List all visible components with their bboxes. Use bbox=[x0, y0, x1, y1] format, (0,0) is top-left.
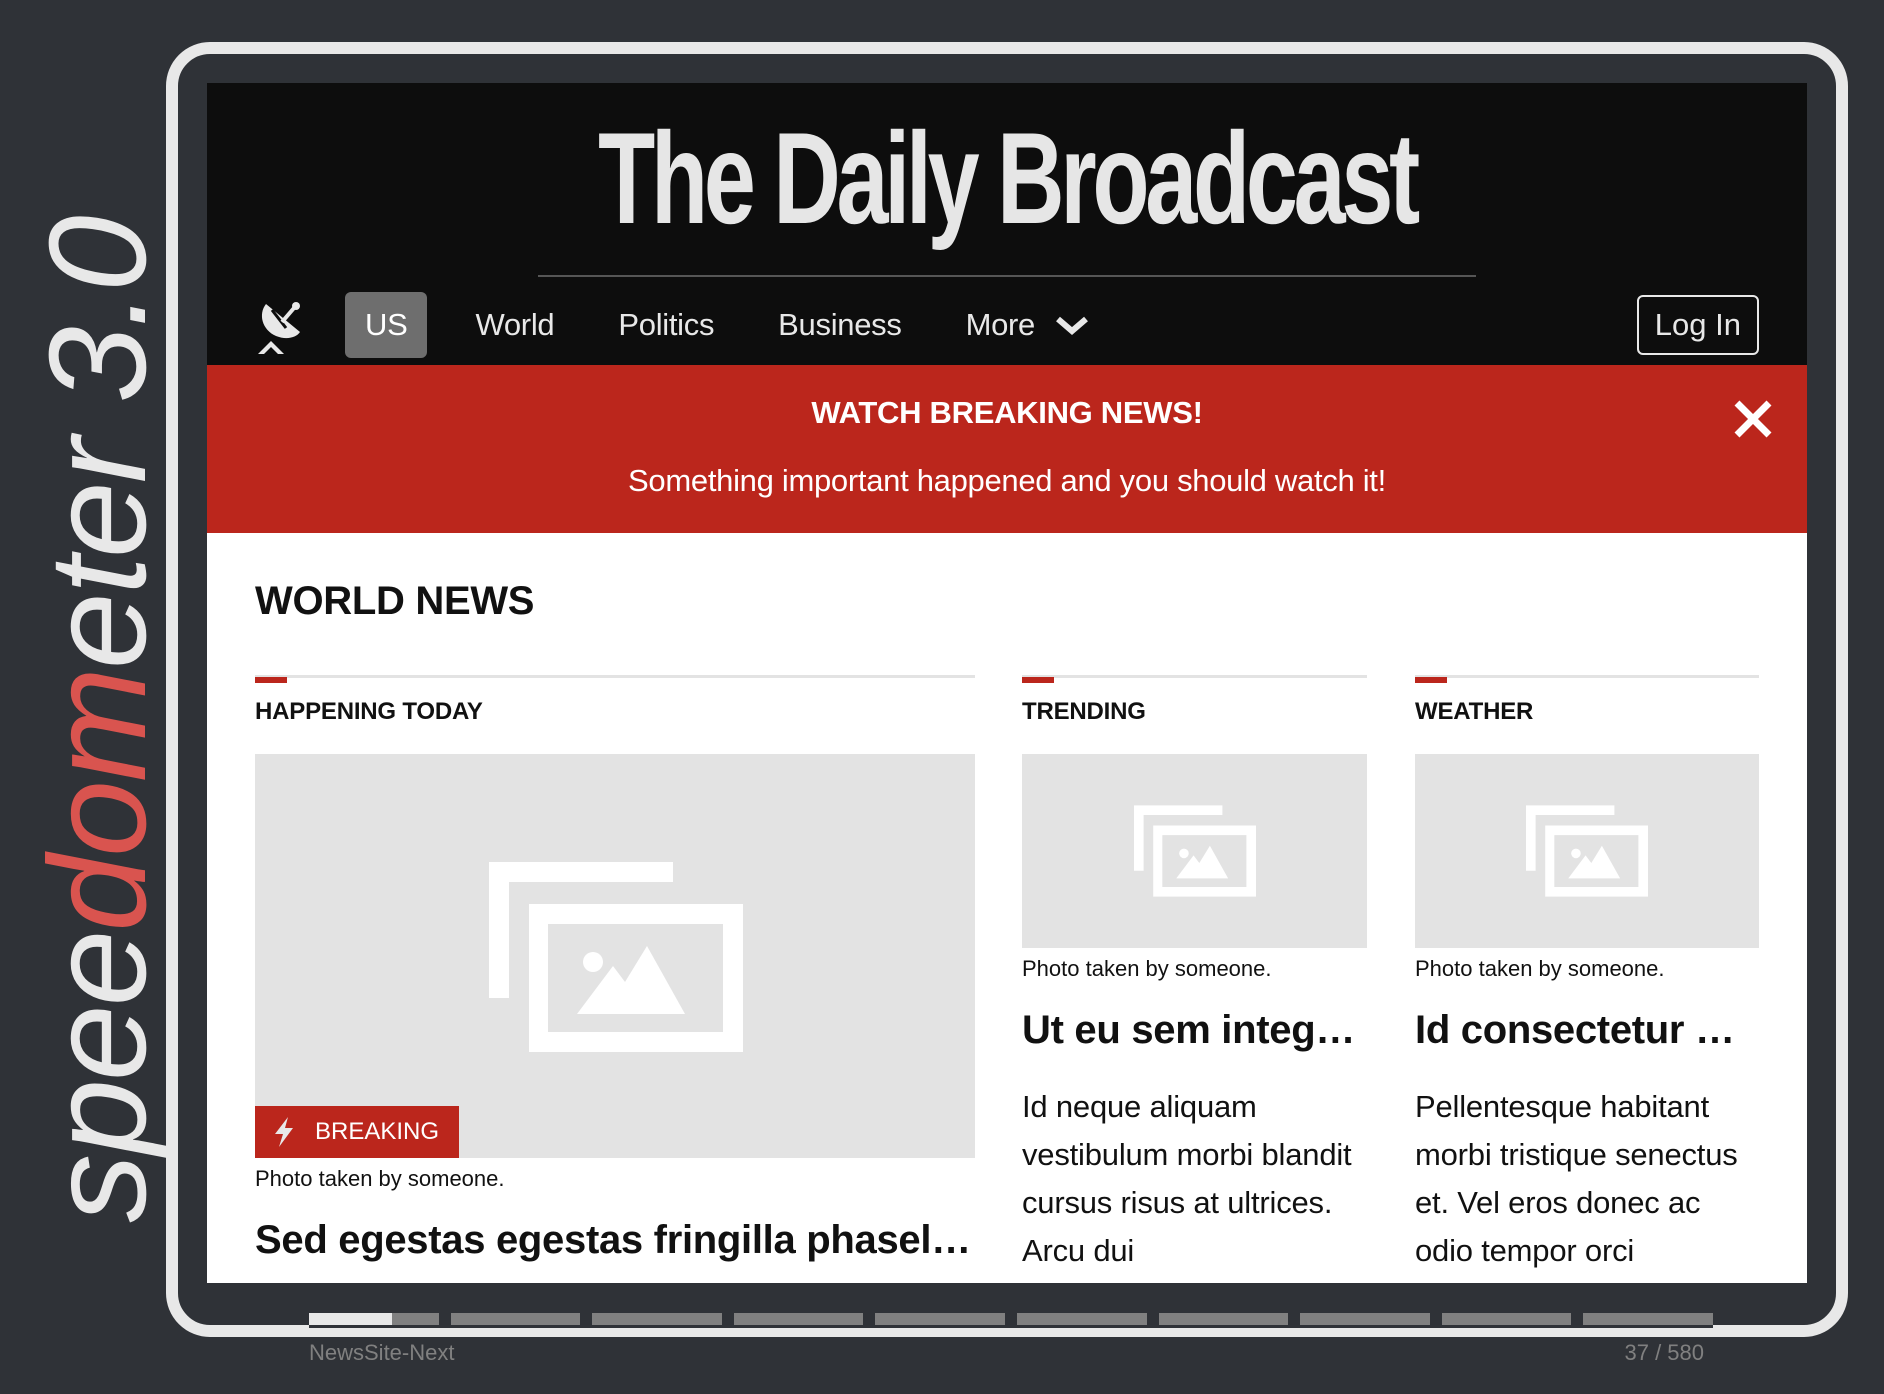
progress-segment bbox=[450, 1313, 581, 1325]
section-title: WORLD NEWS bbox=[255, 579, 535, 623]
column-weather: WEATHER Photo taken by someone. Id conse… bbox=[1415, 675, 1759, 1275]
breaking-tag: BREAKING bbox=[255, 1106, 460, 1158]
breaking-tag-label: BREAKING bbox=[315, 1118, 440, 1145]
progress-segment bbox=[1441, 1313, 1572, 1325]
article-excerpt: Id neque aliquam vestibulum morbi blandi… bbox=[1022, 1089, 1352, 1268]
nav-more-dropdown[interactable]: More bbox=[946, 292, 1109, 358]
image-placeholder-icon bbox=[1526, 805, 1648, 897]
breaking-news-banner[interactable]: WATCH BREAKING NEWS! Something important… bbox=[207, 365, 1807, 533]
nav-item-politics[interactable]: Politics bbox=[598, 292, 734, 358]
nav-item-business[interactable]: Business bbox=[758, 292, 921, 358]
chevron-down-icon bbox=[1055, 315, 1089, 335]
column-heading: TRENDING bbox=[1022, 698, 1146, 725]
speedometer-logo: speedometer 3.0 bbox=[0, 0, 190, 1394]
progress-segment bbox=[875, 1313, 1005, 1325]
column-accent bbox=[255, 677, 287, 683]
logo-text-part1: spee bbox=[21, 931, 175, 1223]
nav-item-world[interactable]: World bbox=[455, 292, 574, 358]
satellite-dish-icon[interactable] bbox=[255, 295, 307, 355]
progress-segment bbox=[1158, 1313, 1289, 1325]
article-image[interactable]: BREAKING bbox=[255, 754, 975, 1158]
title-divider bbox=[538, 275, 1476, 277]
masthead: The Daily Broadcast US World Politics Bu… bbox=[207, 83, 1807, 365]
column-trending: TRENDING Photo taken by someone. Ut eu s… bbox=[1022, 675, 1367, 1275]
progress-segment bbox=[1300, 1313, 1430, 1325]
nav-more-label: More bbox=[965, 307, 1036, 342]
close-icon[interactable] bbox=[1731, 397, 1775, 441]
step-counter: 37 / 580 bbox=[1624, 1340, 1704, 1365]
article-headline[interactable]: Sed egestas egestas fringilla phasellus … bbox=[255, 1218, 975, 1263]
article-headline[interactable]: Ut eu sem integer vitae justo bbox=[1022, 1008, 1367, 1053]
image-placeholder-icon bbox=[489, 862, 743, 1052]
login-button[interactable]: Log In bbox=[1636, 295, 1759, 355]
image-caption: Photo taken by someone. bbox=[1415, 956, 1665, 981]
column-heading: WEATHER bbox=[1415, 698, 1534, 725]
column-divider bbox=[1022, 675, 1367, 683]
lightning-icon bbox=[275, 1117, 293, 1147]
nav-item-us[interactable]: US bbox=[345, 292, 428, 358]
progress-segment bbox=[1017, 1313, 1147, 1325]
logo-text-accent: dom bbox=[21, 669, 175, 932]
image-caption: Photo taken by someone. bbox=[1022, 956, 1272, 981]
image-placeholder-icon bbox=[1134, 805, 1256, 897]
column-divider bbox=[1415, 675, 1759, 683]
column-accent bbox=[1415, 677, 1447, 683]
site-title[interactable]: The Daily Broadcast bbox=[431, 113, 1583, 243]
column-divider bbox=[255, 675, 975, 683]
progress-segment bbox=[309, 1313, 439, 1325]
banner-title: WATCH BREAKING NEWS! bbox=[811, 395, 1203, 430]
progress-fill bbox=[309, 1313, 392, 1325]
article-excerpt: Pellentesque habitant morbi tristique se… bbox=[1415, 1089, 1738, 1268]
image-caption: Photo taken by someone. bbox=[255, 1166, 505, 1191]
article-headline[interactable]: Id consectetur purus ut faucibus bbox=[1415, 1008, 1759, 1053]
column-heading: HAPPENING TODAY bbox=[255, 698, 483, 725]
progress-segment bbox=[1583, 1313, 1713, 1325]
logo-wordmark: speedometer 3.0 bbox=[21, 217, 175, 1223]
suite-name: NewsSite-Next bbox=[309, 1340, 455, 1365]
main-nav: US World Politics Business More Log In bbox=[255, 291, 1759, 359]
banner-text: Something important happened and you sho… bbox=[628, 463, 1386, 498]
site-viewport: The Daily Broadcast US World Politics Bu… bbox=[207, 83, 1807, 1283]
column-accent bbox=[1022, 677, 1054, 683]
article-image[interactable] bbox=[1022, 754, 1367, 948]
column-happening-today: HAPPENING TODAY BREAKING Photo taken by … bbox=[255, 675, 975, 1263]
progress-segment bbox=[592, 1313, 722, 1325]
article-image[interactable] bbox=[1415, 754, 1759, 948]
logo-text-part3: eter 3.0 bbox=[21, 217, 175, 670]
progress-segment bbox=[733, 1313, 864, 1325]
